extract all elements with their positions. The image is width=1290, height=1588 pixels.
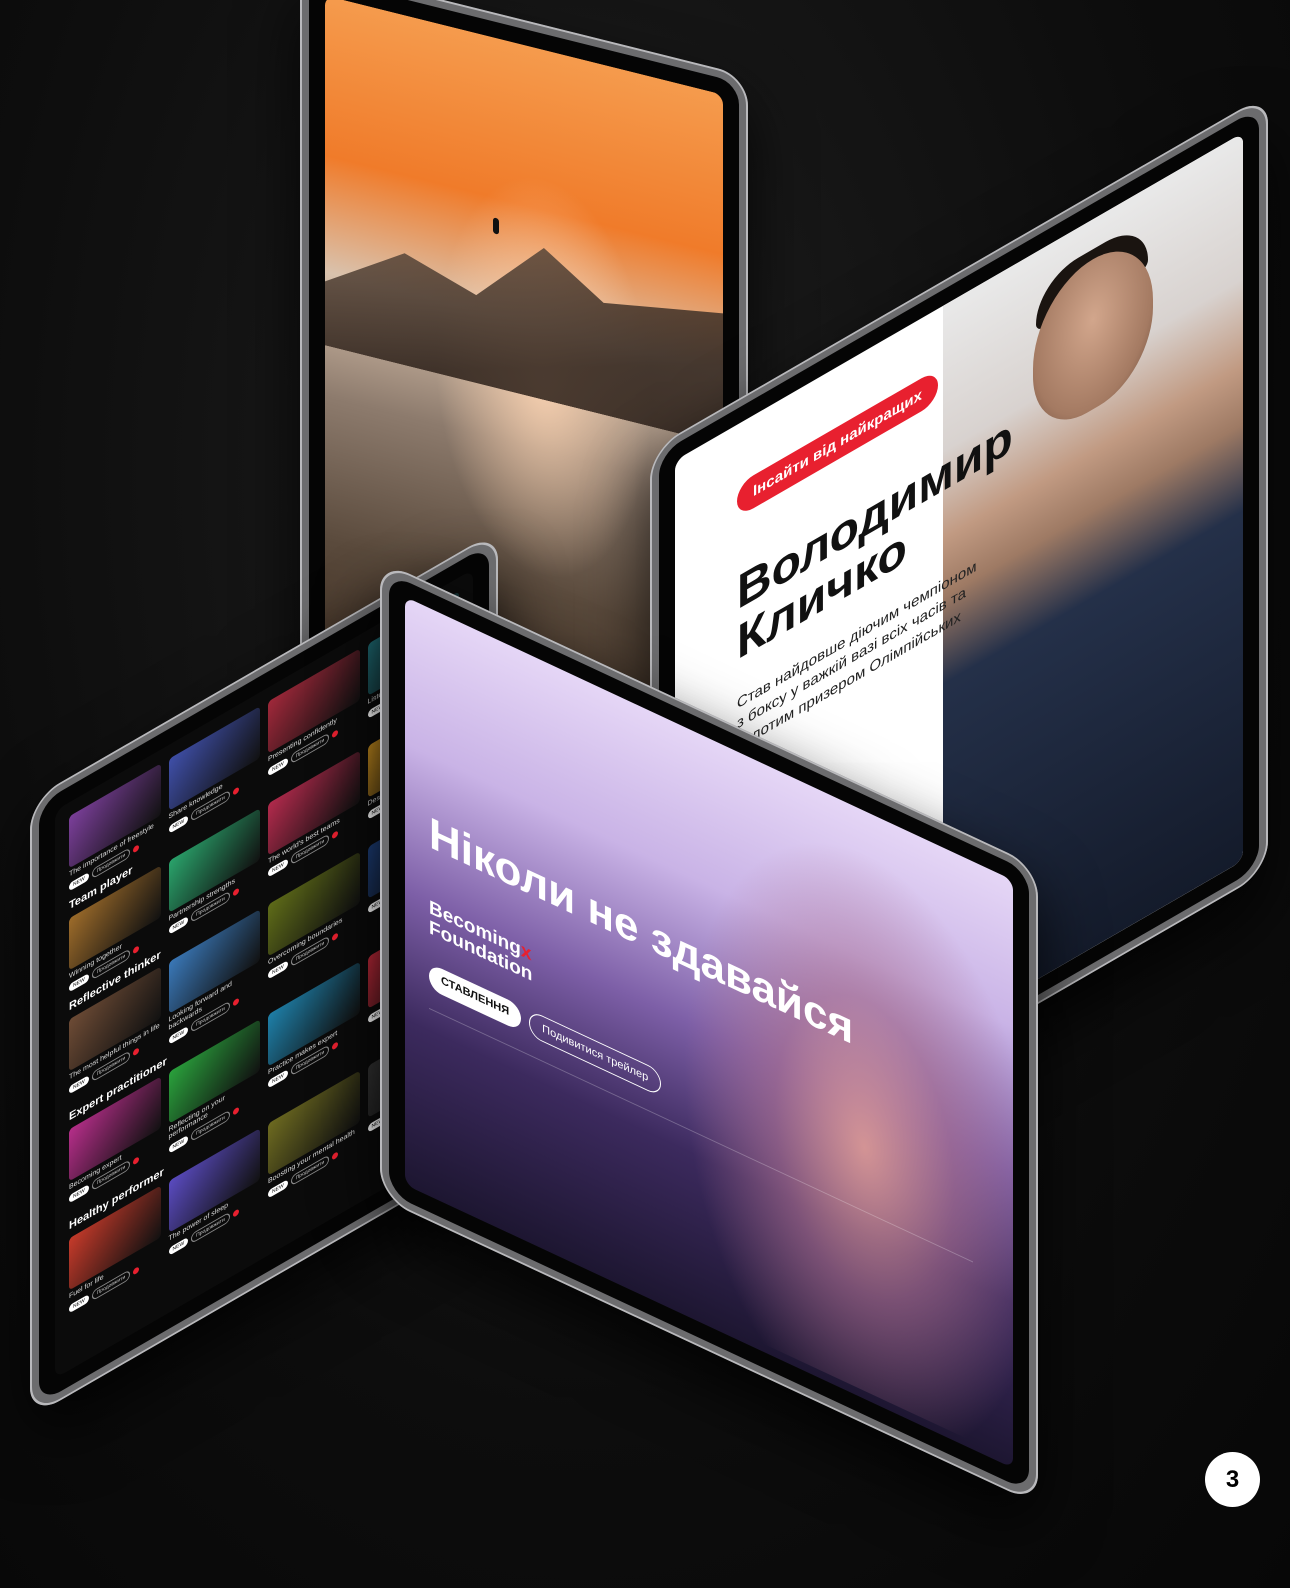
status-dot-icon [133,843,140,854]
mountain-silhouette [325,185,723,444]
status-dot-icon [332,1041,339,1051]
status-dot-icon [133,1156,140,1166]
status-dot-icon [332,932,339,942]
status-dot-icon [332,728,339,739]
trailer-button[interactable]: Подивитися трейлер [529,1009,662,1098]
hiker-figure [493,217,499,235]
status-dot-icon [232,1208,239,1218]
page-number: 3 [1205,1452,1260,1507]
status-dot-icon [133,1046,140,1057]
status-dot-icon [232,1106,239,1117]
status-dot-icon [332,1150,339,1161]
status-dot-icon [133,1265,140,1276]
status-dot-icon [232,887,239,898]
course-thumbnail [168,706,260,812]
status-dot-icon [232,997,239,1007]
status-dot-icon [133,945,140,955]
face-hero-image [683,766,1013,1461]
status-dot-icon [232,786,239,796]
status-dot-icon [332,830,339,840]
